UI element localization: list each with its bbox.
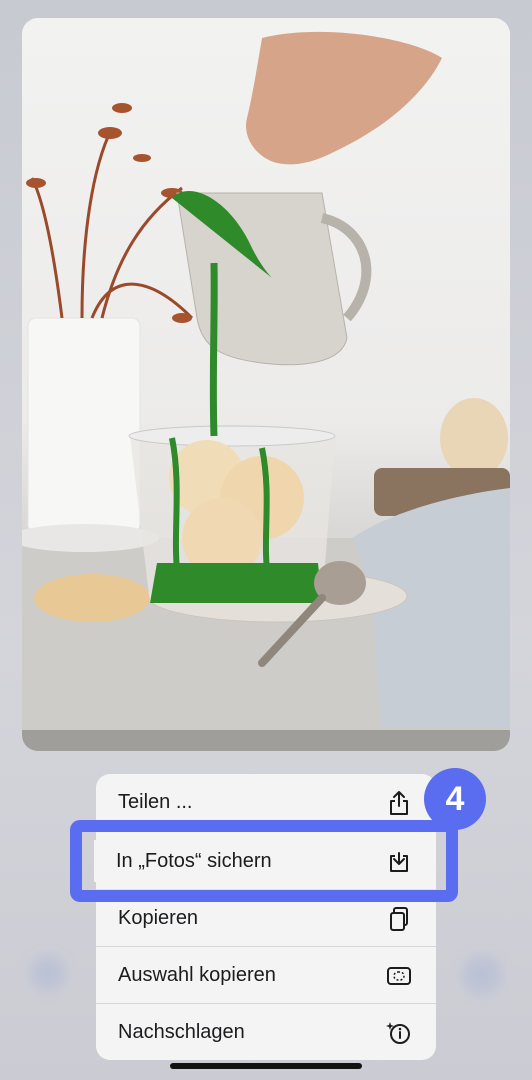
menu-item-copy-subject[interactable]: Auswahl kopieren — [96, 947, 436, 1004]
bread — [440, 398, 508, 478]
photo-preview[interactable] — [22, 18, 510, 751]
blurred-background-dot-left — [30, 955, 66, 991]
glass-rim — [128, 425, 336, 447]
share-icon — [386, 790, 412, 816]
vase — [27, 317, 141, 534]
save-to-photos-icon — [386, 848, 412, 874]
step-number-badge: 4 — [424, 768, 486, 830]
hand — [246, 31, 442, 165]
copy-icon — [386, 906, 412, 932]
dried-flowers — [30, 127, 194, 320]
context-menu: Teilen ... In „Fotos“ sichern Kopieren A… — [96, 774, 436, 1060]
home-indicator[interactable] — [170, 1063, 362, 1069]
photo-illustration — [22, 31, 510, 751]
menu-item-label: Teilen ... — [118, 791, 193, 813]
menu-item-look-up[interactable]: Nachschlagen — [96, 1004, 436, 1060]
pouring-sauce-stream — [209, 262, 218, 437]
look-up-icon — [386, 1020, 412, 1046]
menu-item-label: Kopieren — [118, 907, 199, 929]
menu-item-label: Nachschlagen — [118, 1021, 245, 1043]
cookie — [34, 574, 150, 622]
table-edge — [22, 730, 510, 751]
menu-item-label: Auswahl kopieren — [118, 964, 276, 986]
blurred-background-dot-right — [462, 955, 502, 995]
select-copy-icon — [386, 963, 412, 989]
menu-item-label: In „Fotos“ sichern — [116, 849, 272, 872]
highlighted-menu-item-save-to-photos[interactable]: In „Fotos“ sichern — [94, 840, 436, 882]
